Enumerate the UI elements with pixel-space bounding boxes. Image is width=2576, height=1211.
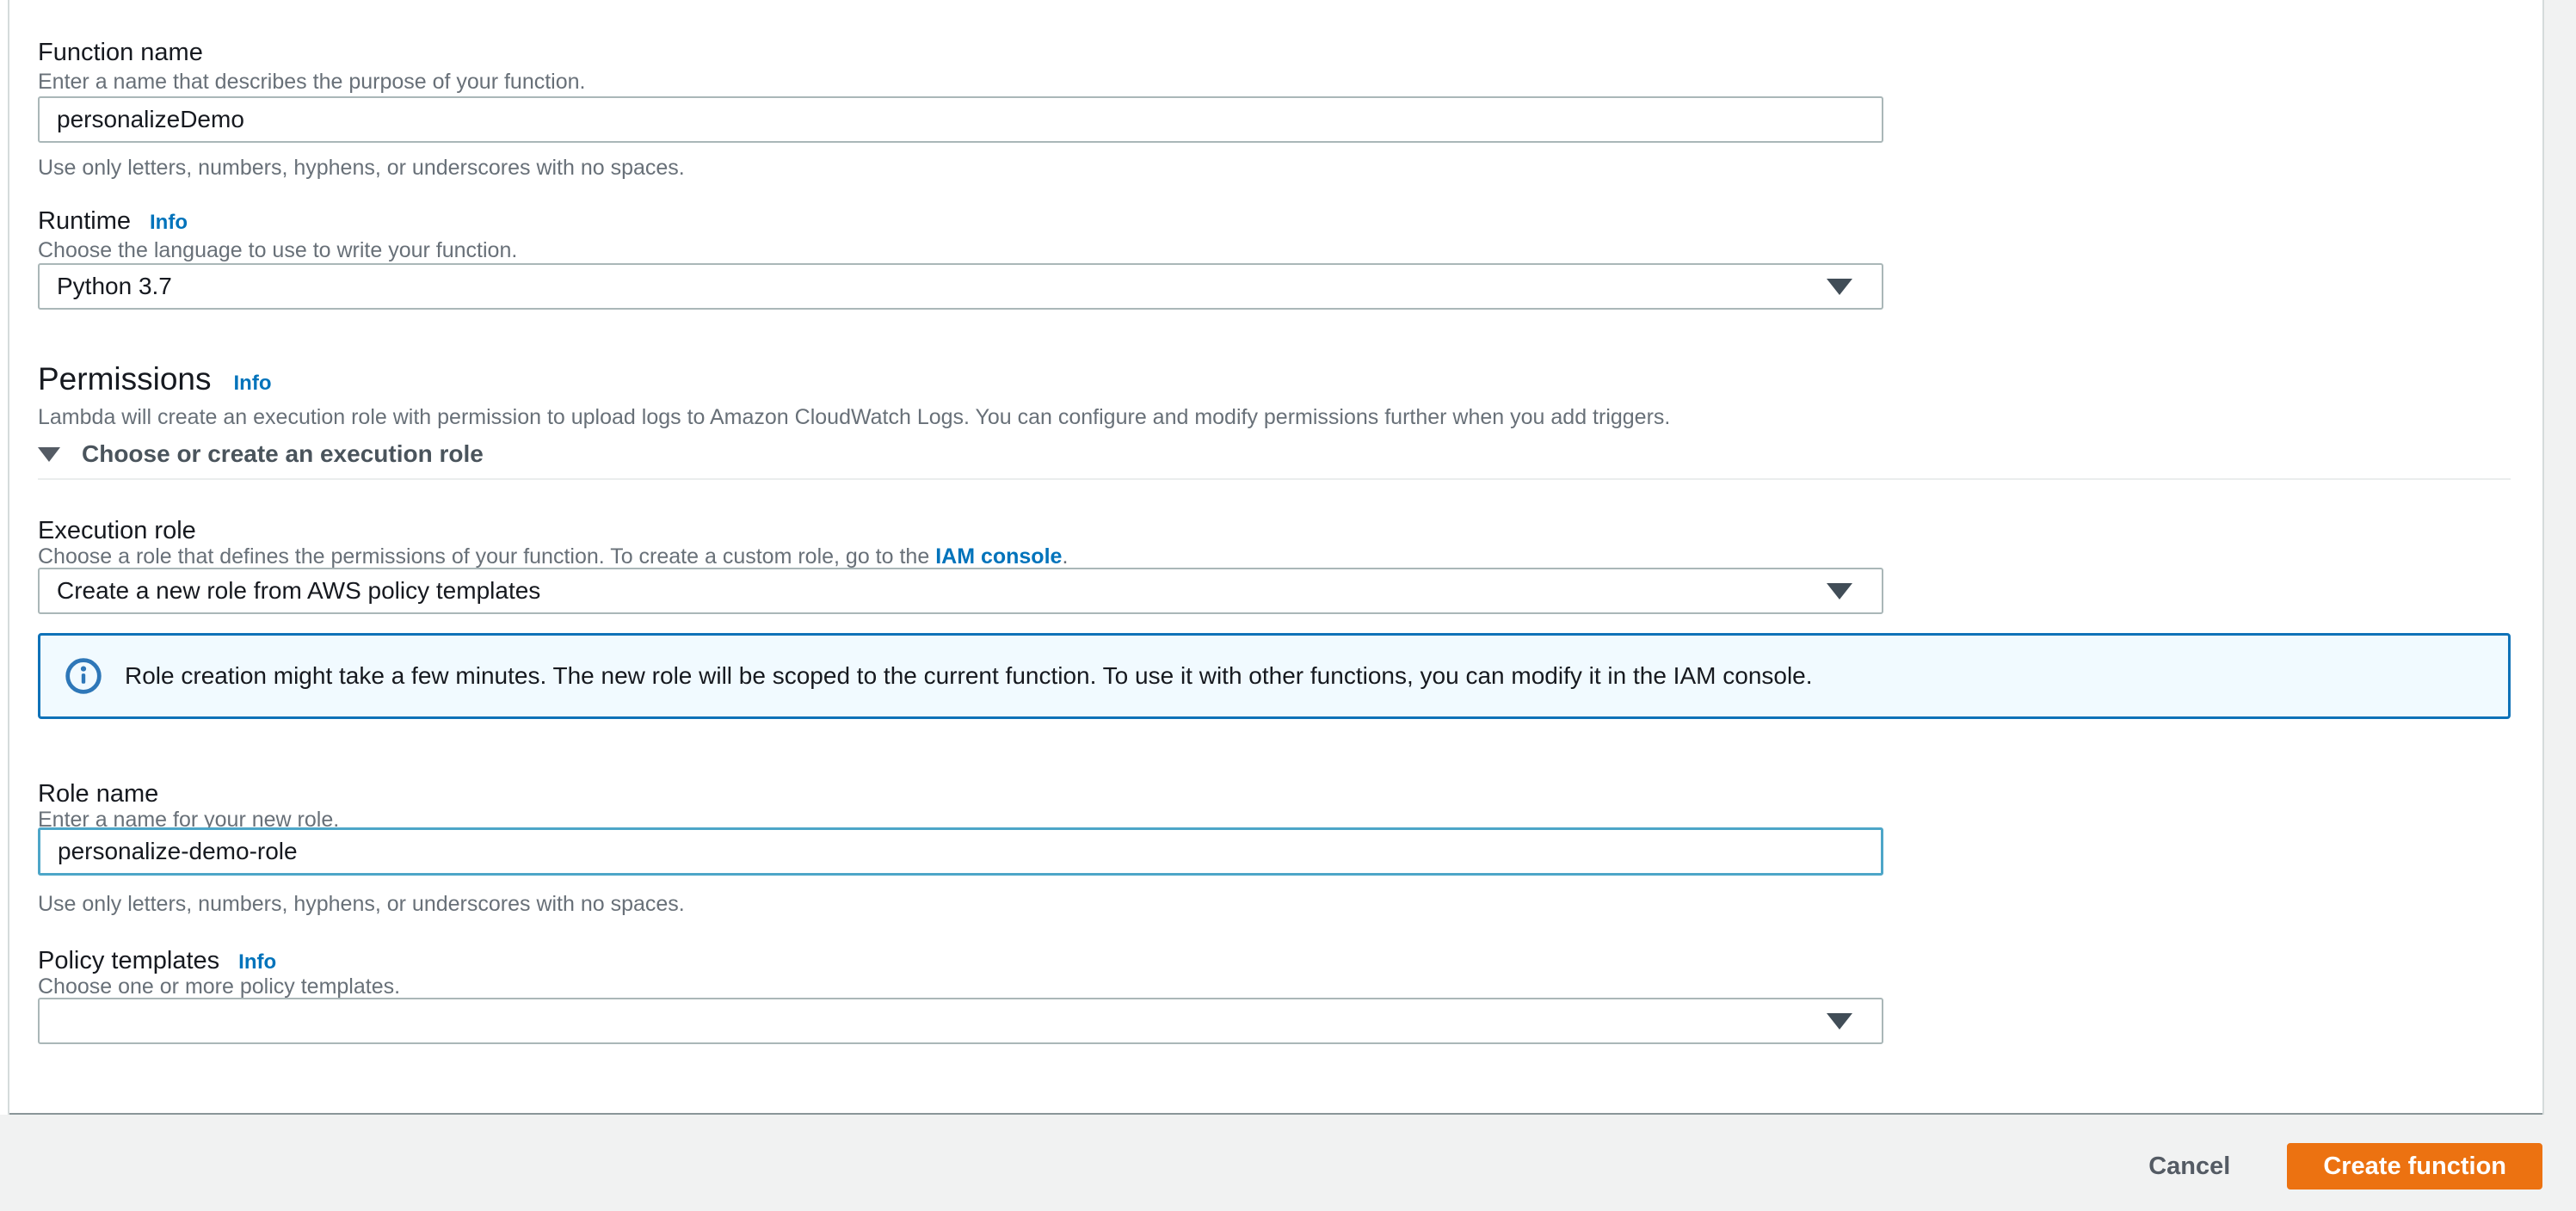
- create-function-form-panel: Function name Enter a name that describe…: [9, 0, 2542, 1115]
- execution-role-expander[interactable]: Choose or create an execution role: [38, 440, 484, 468]
- policy-templates-label: Policy templates: [38, 947, 220, 974]
- chevron-down-icon: [1827, 278, 1852, 295]
- permissions-info-link[interactable]: Info: [234, 371, 272, 396]
- runtime-label: Runtime: [38, 207, 131, 235]
- info-icon: [65, 658, 102, 694]
- create-function-button[interactable]: Create function: [2287, 1143, 2542, 1189]
- cancel-button[interactable]: Cancel: [2140, 1153, 2239, 1181]
- chevron-down-icon: [1827, 1012, 1852, 1030]
- role-name-label: Role name: [38, 780, 159, 808]
- execution-role-description-text: Choose a role that defines the permissio…: [38, 544, 936, 569]
- alert-text: Role creation might take a few minutes. …: [125, 662, 1813, 689]
- iam-console-link[interactable]: IAM console: [935, 544, 1062, 569]
- triangle-down-icon: [38, 446, 60, 462]
- execution-role-selected-value: Create a new role from AWS policy templa…: [57, 577, 541, 604]
- permissions-heading: Permissions: [38, 361, 212, 396]
- chevron-down-icon: [1827, 582, 1852, 599]
- runtime-description: Choose the language to use to write your…: [38, 238, 518, 262]
- policy-templates-info-link[interactable]: Info: [238, 950, 276, 975]
- runtime-selected-value: Python 3.7: [57, 273, 172, 299]
- function-name-input[interactable]: [38, 96, 1883, 143]
- policy-templates-select[interactable]: [38, 998, 1883, 1044]
- execution-role-description: Choose a role that defines the permissio…: [38, 544, 1068, 569]
- execution-role-expander-label: Choose or create an execution role: [82, 440, 484, 467]
- execution-role-select[interactable]: Create a new role from AWS policy templa…: [38, 568, 1883, 614]
- policy-templates-description: Choose one or more policy templates.: [38, 974, 401, 999]
- execution-role-description-period: .: [1062, 544, 1069, 569]
- role-creation-info-alert: Role creation might take a few minutes. …: [38, 633, 2511, 719]
- function-name-label: Function name: [38, 39, 203, 66]
- page-right-gutter: [2542, 0, 2576, 1115]
- function-name-hint: Use only letters, numbers, hyphens, or u…: [38, 156, 685, 180]
- form-footer: Cancel Create function: [0, 1115, 2576, 1211]
- permissions-description: Lambda will create an execution role wit…: [38, 405, 1671, 429]
- function-name-description: Enter a name that describes the purpose …: [38, 70, 586, 94]
- role-name-input[interactable]: [38, 827, 1883, 876]
- role-name-hint: Use only letters, numbers, hyphens, or u…: [38, 892, 685, 916]
- runtime-select[interactable]: Python 3.7: [38, 263, 1883, 310]
- section-divider: [38, 478, 2511, 480]
- execution-role-label: Execution role: [38, 517, 196, 544]
- runtime-info-link[interactable]: Info: [150, 210, 188, 236]
